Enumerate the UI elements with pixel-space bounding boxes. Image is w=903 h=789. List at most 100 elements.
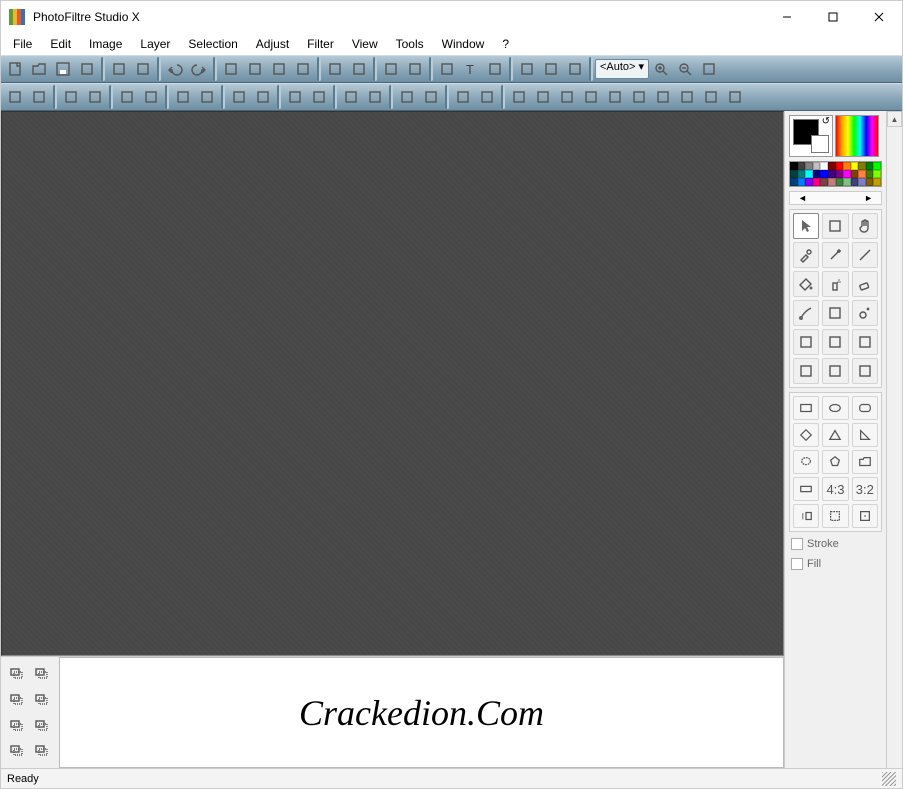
menu-filter[interactable]: Filter [299, 35, 342, 53]
line-tool[interactable] [852, 242, 878, 268]
rounded-rect-shape[interactable] [852, 396, 878, 420]
palette-swatch[interactable] [828, 162, 836, 170]
contrast-plus-button[interactable] [83, 85, 107, 109]
pointer-tool[interactable] [793, 213, 819, 239]
photomask-button[interactable] [675, 85, 699, 109]
selection-crop-button[interactable] [483, 57, 507, 81]
spray-tool[interactable] [822, 271, 848, 297]
special-button[interactable] [347, 57, 371, 81]
plugin-button[interactable] [539, 57, 563, 81]
menu-view[interactable]: View [344, 35, 386, 53]
advanced-brush-tool[interactable] [822, 300, 848, 326]
palette-swatch[interactable] [828, 178, 836, 186]
ratio-43-shape[interactable]: 4:3 [822, 477, 848, 501]
palette-swatch[interactable] [813, 162, 821, 170]
canvas[interactable] [1, 111, 784, 656]
maximize-button[interactable] [810, 1, 856, 33]
retouch-tool[interactable] [822, 358, 848, 384]
grid-button[interactable] [323, 57, 347, 81]
clone-tool[interactable] [852, 300, 878, 326]
dither-2-button[interactable] [363, 85, 387, 109]
lasso-shape[interactable] [793, 450, 819, 474]
palette-swatch[interactable] [790, 162, 798, 170]
menu-image[interactable]: Image [81, 35, 130, 53]
transparency-color-button[interactable] [403, 57, 427, 81]
color-spectrum[interactable] [835, 115, 879, 157]
ellipse-shape[interactable] [822, 396, 848, 420]
save-button[interactable] [51, 57, 75, 81]
eraser-tool[interactable] [852, 271, 878, 297]
palette-swatch[interactable] [851, 178, 859, 186]
copy-button[interactable] [219, 57, 243, 81]
gamma-plus-button[interactable] [139, 85, 163, 109]
palette-swatch[interactable] [866, 170, 874, 178]
palette-swatch[interactable] [820, 170, 828, 178]
sharpen-button[interactable] [475, 85, 499, 109]
palette-prev-button[interactable]: ◄ [798, 193, 807, 203]
fill-tool[interactable] [793, 271, 819, 297]
fg-bg-swatch[interactable]: ↺ [789, 115, 833, 157]
palette-swatch[interactable] [843, 178, 851, 186]
invert-sel-shape[interactable]: I [793, 504, 819, 528]
image-manager-button[interactable] [379, 57, 403, 81]
folder-shape-shape[interactable] [852, 450, 878, 474]
mirror-v-button[interactable] [723, 85, 747, 109]
ratio-free-shape[interactable] [793, 477, 819, 501]
selection-tool-tool[interactable] [822, 213, 848, 239]
menu-help[interactable]: ? [494, 35, 517, 53]
palette-swatch[interactable] [820, 178, 828, 186]
fill-checkbox[interactable] [791, 558, 803, 570]
smudge-tool[interactable] [822, 329, 848, 355]
emboss-2-button[interactable] [579, 85, 603, 109]
soften-button[interactable] [507, 85, 531, 109]
swap-colors-icon[interactable]: ↺ [822, 116, 830, 127]
print-button[interactable] [107, 57, 131, 81]
grayscale-button[interactable] [395, 85, 419, 109]
palette-swatch[interactable] [798, 162, 806, 170]
sepia-button[interactable] [419, 85, 443, 109]
auto-levels-button[interactable] [251, 85, 275, 109]
smear-tool[interactable] [852, 329, 878, 355]
palette-swatch[interactable] [805, 178, 813, 186]
art-brush-tool[interactable] [852, 358, 878, 384]
rectangle-shape[interactable] [793, 396, 819, 420]
layers-expand-button[interactable] [7, 663, 27, 681]
palette-swatch[interactable] [866, 162, 874, 170]
layer-play-button[interactable] [32, 740, 52, 758]
menu-selection[interactable]: Selection [180, 35, 245, 53]
brightness-plus-button[interactable] [27, 85, 51, 109]
scroll-up-button[interactable]: ▲ [887, 111, 902, 127]
palette-swatch[interactable] [843, 170, 851, 178]
palette-swatch[interactable] [873, 170, 881, 178]
palette-swatch[interactable] [820, 162, 828, 170]
menu-window[interactable]: Window [434, 35, 493, 53]
layer-new-button[interactable] [515, 57, 539, 81]
center-shape[interactable] [852, 504, 878, 528]
paste-special-button[interactable] [267, 57, 291, 81]
palette-swatch[interactable] [798, 170, 806, 178]
brightness-minus-button[interactable] [3, 85, 27, 109]
palette-swatch[interactable] [866, 178, 874, 186]
relief-button[interactable] [531, 85, 555, 109]
magic-wand-tool[interactable] [822, 242, 848, 268]
layer-grid-button[interactable] [7, 740, 27, 758]
palette-next-button[interactable]: ► [864, 193, 873, 203]
layer-select-button[interactable] [7, 715, 27, 733]
diamond-shape[interactable] [793, 423, 819, 447]
background-color[interactable] [811, 135, 829, 153]
window-fit-button[interactable] [563, 57, 587, 81]
minimize-button[interactable] [764, 1, 810, 33]
menu-file[interactable]: File [5, 35, 40, 53]
close-button[interactable] [856, 1, 902, 33]
layer-mask-button[interactable] [32, 715, 52, 733]
resize-button[interactable] [435, 57, 459, 81]
artistic-button[interactable] [651, 85, 675, 109]
palette-swatch[interactable] [873, 162, 881, 170]
contrast-minus-button[interactable] [59, 85, 83, 109]
palette-swatch[interactable] [843, 162, 851, 170]
zoom-out-button[interactable] [673, 57, 697, 81]
gradient-button[interactable] [627, 85, 651, 109]
save-as-button[interactable] [75, 57, 99, 81]
texture-button[interactable] [603, 85, 627, 109]
open-button[interactable] [27, 57, 51, 81]
